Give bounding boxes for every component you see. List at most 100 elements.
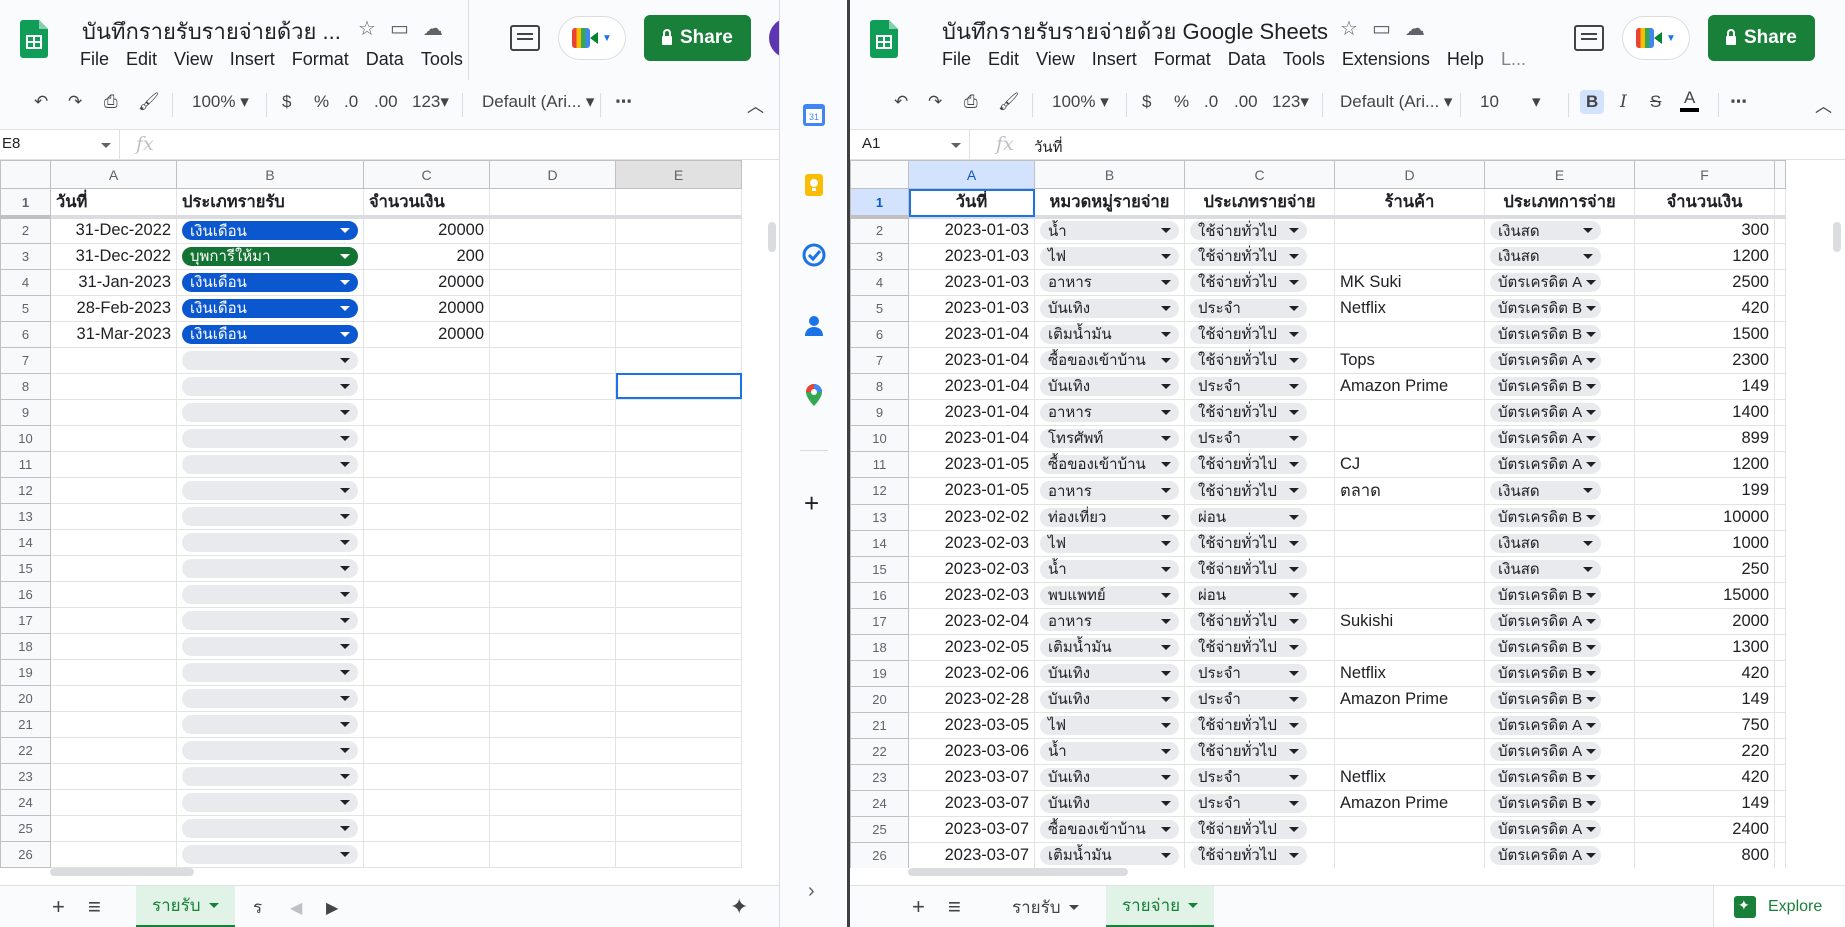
table-cell[interactable]: 300 bbox=[1634, 216, 1775, 244]
table-cell[interactable]: ใช้จ่ายทั่วไป bbox=[1184, 633, 1335, 661]
table-cell[interactable]: 2023-02-02 bbox=[908, 503, 1035, 531]
table-cell[interactable]: ใช้จ่ายทั่วไป bbox=[1184, 346, 1335, 374]
column-header-e[interactable]: E bbox=[615, 160, 742, 189]
table-cell[interactable] bbox=[615, 606, 742, 634]
table-cell[interactable]: ใช้จ่ายทั่วไป bbox=[1184, 711, 1335, 739]
last-edit-link[interactable]: L... bbox=[1501, 49, 1526, 70]
column-header-b[interactable]: B bbox=[176, 160, 364, 189]
table-cell[interactable] bbox=[50, 502, 177, 530]
table-cell[interactable]: บัตรเครดิต B bbox=[1484, 763, 1635, 791]
table-cell[interactable]: อาหาร bbox=[1034, 607, 1185, 635]
row-header[interactable]: 21 bbox=[850, 711, 909, 739]
table-cell[interactable] bbox=[489, 268, 616, 296]
table-cell[interactable]: 2023-02-05 bbox=[908, 633, 1035, 661]
table-cell[interactable] bbox=[50, 684, 177, 712]
print-icon[interactable]: ⎙ bbox=[964, 92, 978, 112]
dropdown-chip[interactable] bbox=[182, 818, 358, 838]
dropdown-chip[interactable]: เงินเดือน bbox=[182, 272, 358, 292]
column-header-a[interactable]: A bbox=[50, 160, 177, 189]
table-cell[interactable]: 2023-02-06 bbox=[908, 659, 1035, 687]
table-cell[interactable]: บัตรเครดิต A bbox=[1484, 346, 1635, 374]
row-header[interactable]: 9 bbox=[0, 398, 51, 426]
dropdown-chip[interactable]: อาหาร bbox=[1040, 402, 1179, 422]
table-cell[interactable]: 2023-01-05 bbox=[908, 476, 1035, 505]
redo-icon[interactable]: ↷ bbox=[928, 92, 942, 112]
table-cell[interactable]: น้ำ bbox=[1034, 216, 1185, 244]
more-formats[interactable]: 123▾ bbox=[1272, 92, 1309, 112]
table-cell[interactable]: 2023-01-05 bbox=[908, 450, 1035, 478]
table-cell[interactable] bbox=[1774, 268, 1786, 296]
row-header[interactable]: 18 bbox=[850, 633, 909, 661]
row-header[interactable]: 24 bbox=[850, 789, 909, 817]
dropdown-chip[interactable] bbox=[182, 688, 358, 708]
table-cell[interactable]: 2000 bbox=[1634, 607, 1775, 635]
row-header[interactable]: 20 bbox=[850, 685, 909, 713]
table-cell[interactable] bbox=[1774, 581, 1786, 609]
table-cell[interactable] bbox=[489, 684, 616, 712]
dropdown-chip[interactable]: บัตรเครดิต A bbox=[1490, 715, 1602, 735]
menu-tools[interactable]: Tools bbox=[1283, 49, 1325, 70]
table-cell[interactable]: 31-Mar-2023 bbox=[50, 320, 177, 348]
dropdown-chip[interactable]: บัตรเครดิต B bbox=[1490, 585, 1602, 605]
table-cell[interactable] bbox=[363, 554, 490, 582]
dropdown-chip[interactable]: เงินสด bbox=[1490, 221, 1602, 241]
tasks-icon[interactable] bbox=[801, 242, 827, 268]
avatar[interactable]: S bbox=[768, 18, 779, 58]
dropdown-chip[interactable] bbox=[182, 532, 358, 552]
dropdown-chip[interactable] bbox=[182, 558, 358, 578]
table-cell[interactable] bbox=[615, 554, 742, 582]
scroll-right-icon[interactable]: ▶ bbox=[326, 898, 338, 918]
table-cell[interactable]: ใช้จ่ายทั่วไป bbox=[1184, 268, 1335, 296]
percent-format[interactable]: % bbox=[1174, 92, 1189, 112]
table-cell[interactable]: ซื้อของเข้าบ้าน bbox=[1034, 450, 1185, 478]
table-cell[interactable]: Tops bbox=[1334, 346, 1485, 374]
table-cell[interactable] bbox=[363, 684, 490, 712]
dropdown-chip[interactable]: ผ่อน bbox=[1190, 507, 1307, 527]
dropdown-chip[interactable]: บัตรเครดิต B bbox=[1490, 689, 1602, 709]
explore-button[interactable]: Explore bbox=[1713, 886, 1843, 927]
table-cell[interactable] bbox=[615, 372, 742, 400]
table-cell[interactable]: เงินสด bbox=[1484, 555, 1635, 583]
dropdown-chip[interactable]: ใช้จ่ายทั่วไป bbox=[1190, 481, 1307, 500]
row-header[interactable]: 19 bbox=[850, 659, 909, 687]
table-cell[interactable]: 420 bbox=[1634, 294, 1775, 322]
dropdown-chip[interactable]: เงินสด bbox=[1490, 246, 1602, 266]
menu-edit[interactable]: Edit bbox=[988, 49, 1019, 70]
row-header[interactable]: 6 bbox=[850, 320, 909, 348]
row-header[interactable]: 19 bbox=[0, 658, 51, 686]
dropdown-chip[interactable]: ประจำ bbox=[1190, 767, 1307, 787]
dropdown-chip[interactable]: ประจำ bbox=[1190, 663, 1307, 683]
table-cell[interactable] bbox=[363, 450, 490, 478]
table-cell[interactable] bbox=[489, 762, 616, 790]
table-cell[interactable]: 1000 bbox=[1634, 529, 1775, 557]
all-sheets-icon[interactable]: ≡ bbox=[948, 894, 961, 920]
table-cell[interactable] bbox=[1774, 294, 1786, 322]
table-cell[interactable] bbox=[50, 762, 177, 790]
row-header[interactable]: 11 bbox=[850, 450, 909, 478]
table-cell[interactable] bbox=[50, 736, 177, 764]
table-cell[interactable] bbox=[176, 502, 364, 530]
table-cell[interactable] bbox=[50, 658, 177, 686]
table-cell[interactable] bbox=[615, 684, 742, 712]
menu-insert[interactable]: Insert bbox=[230, 49, 275, 70]
table-cell[interactable] bbox=[1774, 503, 1786, 531]
table-cell[interactable] bbox=[615, 320, 742, 348]
table-cell[interactable]: อาหาร bbox=[1034, 268, 1185, 296]
table-cell[interactable]: Netflix bbox=[1334, 763, 1485, 791]
row-header[interactable]: 3 bbox=[850, 242, 909, 270]
table-cell[interactable]: MK Suki bbox=[1334, 268, 1485, 296]
table-cell[interactable] bbox=[1774, 763, 1786, 791]
table-cell[interactable]: อาหาร bbox=[1034, 398, 1185, 426]
table-cell[interactable] bbox=[489, 710, 616, 738]
move-folder-icon[interactable]: ▭ bbox=[1372, 16, 1391, 41]
horizontal-scrollbar[interactable] bbox=[908, 865, 1828, 879]
row-header[interactable]: 11 bbox=[0, 450, 51, 478]
dropdown-chip[interactable]: บัตรเครดิต B bbox=[1490, 663, 1602, 683]
table-cell[interactable]: ประจำ bbox=[1184, 789, 1335, 817]
table-cell[interactable]: 20000 bbox=[363, 294, 490, 322]
table-cell[interactable] bbox=[176, 684, 364, 712]
add-sheet-icon[interactable]: + bbox=[52, 894, 65, 920]
table-cell[interactable]: 2023-01-03 bbox=[908, 268, 1035, 296]
table-cell[interactable]: บัตรเครดิต A bbox=[1484, 268, 1635, 296]
table-cell[interactable] bbox=[50, 788, 177, 816]
